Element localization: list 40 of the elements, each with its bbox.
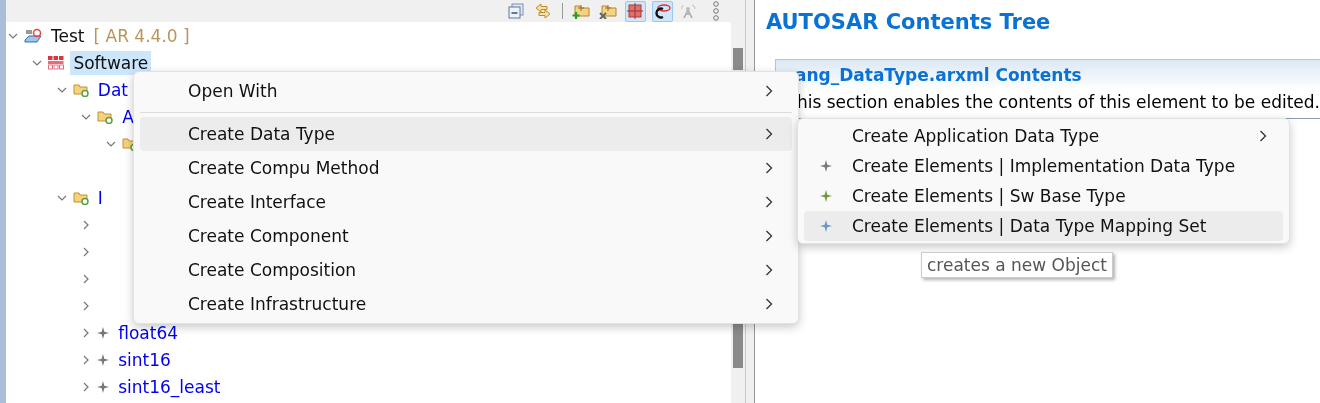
tree-item[interactable]: I [94, 185, 106, 210]
element-star-icon [97, 380, 110, 393]
tree-item[interactable]: Software [70, 50, 152, 75]
section-header: ang_DataType.arxml Contents [774, 59, 1320, 90]
view-menu-icon[interactable] [712, 1, 721, 21]
menu-item[interactable]: Create Infrastructure [140, 287, 792, 321]
c-logo-icon[interactable] [653, 3, 672, 19]
section-description: his section enables the contents of this element to be edited. [795, 91, 1320, 114]
menu-item[interactable]: Create Interface [140, 185, 792, 219]
element-star-icon [97, 326, 110, 339]
menu-item[interactable]: Create Application Data Type [804, 121, 1283, 151]
folder-icon [97, 109, 114, 124]
element-star-icon [97, 353, 110, 366]
folder-icon [72, 190, 89, 205]
folder-icon [72, 82, 89, 97]
tooltip: creates a new Object [921, 252, 1113, 278]
editor-title: AUTOSAR Contents Tree [764, 9, 1052, 36]
project-icon [24, 27, 42, 44]
folder-remove-icon[interactable] [599, 3, 618, 19]
menu-item[interactable]: Create Elements | Sw Base Type [804, 181, 1283, 211]
grid-icon[interactable] [627, 3, 644, 19]
version-label: [ AR 4.4.0 ] [93, 25, 190, 46]
tree-item[interactable]: Test [48, 23, 88, 48]
menu-item[interactable]: Create Elements | Data Type Mapping Set [804, 211, 1283, 241]
menu-item[interactable]: Create Compu Method [140, 151, 792, 185]
tree-item[interactable]: Dat [94, 77, 131, 102]
scrollbar-thumb[interactable] [732, 324, 743, 368]
tree-item[interactable]: A [119, 104, 137, 129]
collapse-all-icon[interactable] [508, 3, 525, 19]
menu-item[interactable]: Create Composition [140, 253, 792, 287]
menu-item[interactable]: Create Elements | Implementation Data Type [804, 151, 1283, 181]
tree-item[interactable]: sint16_least [115, 374, 224, 399]
tree-item[interactable]: float64 [115, 320, 181, 345]
link-arrows-icon[interactable] [535, 3, 552, 19]
menu-item[interactable]: Create Component [140, 219, 792, 253]
menu-item[interactable]: Create Data Type [140, 117, 792, 151]
tree-item[interactable]: sint16 [115, 347, 174, 372]
scrollbar-thumb[interactable] [732, 48, 743, 70]
folder-add-icon[interactable] [572, 3, 591, 19]
package-grid-icon [48, 55, 65, 70]
